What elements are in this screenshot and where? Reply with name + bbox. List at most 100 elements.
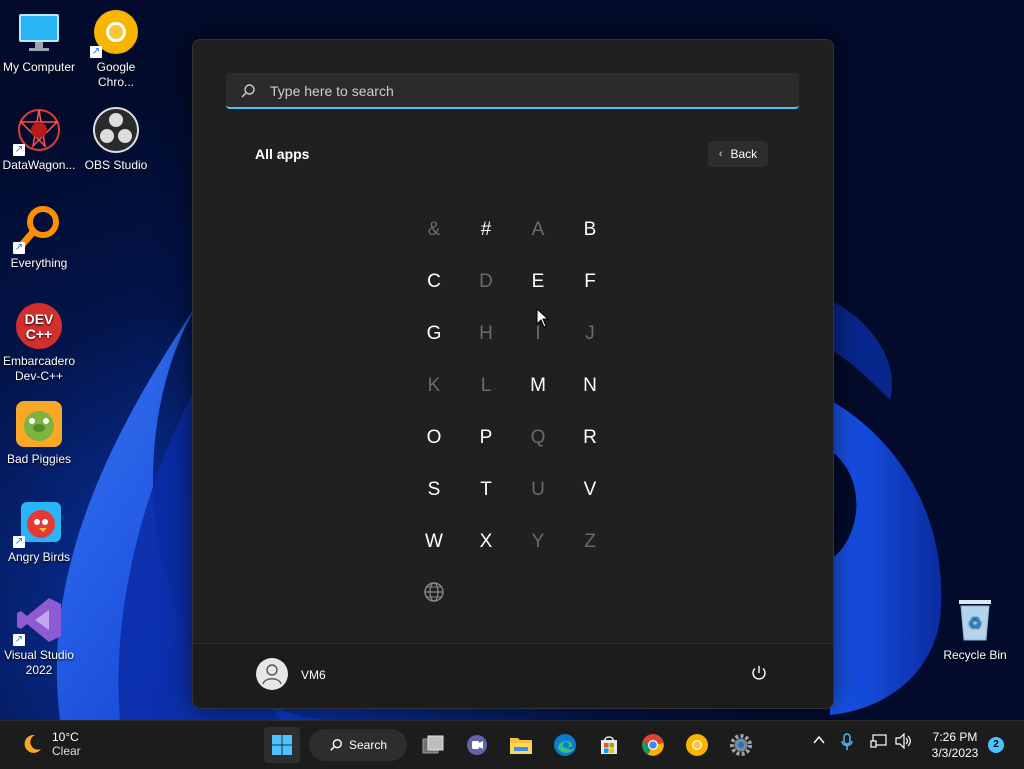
teams-chat-icon: [467, 735, 487, 755]
microsoft-store-button[interactable]: [591, 727, 627, 763]
svg-text:C++: C++: [26, 326, 52, 342]
desktop-icon-angry-birds[interactable]: ↗ Angry Birds: [0, 498, 78, 565]
jump-letter: H: [479, 323, 493, 344]
jump-letter[interactable]: F: [564, 256, 616, 308]
svg-text:♻: ♻: [968, 615, 982, 632]
jump-letter: L: [480, 375, 492, 396]
desktop-icon-bad-piggies[interactable]: Bad Piggies: [0, 400, 78, 467]
desktop-icon-obs-studio[interactable]: OBS Studio: [77, 106, 155, 173]
datawagon-icon: ↗: [13, 106, 63, 156]
store-icon: [601, 736, 617, 754]
jump-letter[interactable]: B: [564, 204, 616, 256]
file-explorer-button[interactable]: [503, 727, 539, 763]
desktop-icon-devcpp[interactable]: DEV C++ Embarcadero Dev-C++: [0, 302, 78, 384]
volume-button[interactable]: [894, 732, 912, 754]
network-button[interactable]: [870, 733, 888, 754]
jump-letter[interactable]: S: [408, 464, 460, 516]
shortcut-arrow-icon: ↗: [90, 46, 102, 58]
globe-icon[interactable]: [408, 566, 460, 618]
user-name[interactable]: VM6: [301, 668, 326, 682]
start-button[interactable]: [264, 727, 300, 763]
angry-birds-icon: ↗: [13, 498, 63, 548]
jump-letter[interactable]: W: [408, 516, 460, 568]
jump-letter[interactable]: G: [408, 308, 460, 360]
shortcut-arrow-icon: ↗: [13, 242, 25, 254]
chrome-icon: [642, 734, 664, 756]
microphone-icon: [841, 733, 853, 750]
start-menu: All apps ‹ Back &#ABCDEFGHIJKLMNOPQRSTUV…: [192, 39, 834, 709]
start-search-box[interactable]: [226, 73, 799, 109]
task-view-icon: [422, 735, 444, 754]
teams-chat-button[interactable]: [459, 727, 495, 763]
chrome-canary-button[interactable]: [679, 727, 715, 763]
all-apps-title: All apps: [255, 146, 310, 162]
jump-letter: J: [585, 323, 595, 344]
chrome-canary-icon: [686, 734, 708, 756]
chrome-button[interactable]: [635, 727, 671, 763]
jump-letter[interactable]: X: [460, 516, 512, 568]
jump-letter: Q: [530, 427, 546, 448]
jump-letter[interactable]: C: [408, 256, 460, 308]
jump-letter[interactable]: M: [512, 360, 564, 412]
weather-widget[interactable]: 10°C Clear: [20, 730, 81, 758]
recycle-bin-icon: ♻: [951, 596, 999, 644]
start-icon: [272, 735, 292, 755]
edge-button[interactable]: [547, 727, 583, 763]
clock-time: 7:26 PM: [932, 730, 978, 744]
start-menu-footer: VM6: [193, 643, 833, 708]
jump-letter[interactable]: O: [408, 412, 460, 464]
desktop-icon-label: My Computer: [2, 60, 76, 74]
shortcut-arrow-icon: ↗: [13, 536, 25, 548]
jump-letter: U: [531, 479, 545, 500]
jump-letter[interactable]: N: [564, 360, 616, 412]
desktop-icon-label: OBS Studio: [84, 158, 148, 172]
speaker-icon: [895, 732, 911, 750]
search-icon: [241, 84, 255, 98]
jump-letter: K: [427, 375, 441, 396]
notification-badge[interactable]: 2: [988, 737, 1004, 753]
jump-letter[interactable]: V: [564, 464, 616, 516]
desktop-icon-recycle-bin[interactable]: ♻ Recycle Bin: [936, 596, 1014, 663]
jump-letter[interactable]: R: [564, 412, 616, 464]
microphone-button[interactable]: [840, 733, 854, 756]
desktop-icon-my-computer[interactable]: My Computer: [0, 8, 78, 75]
desktop-icon-everything[interactable]: ↗ Everything: [0, 204, 78, 271]
desktop-icon-label: Visual Studio 2022: [4, 648, 74, 677]
clock-date: 3/3/2023: [931, 746, 979, 760]
power-button[interactable]: [750, 664, 768, 687]
jump-letter: D: [479, 271, 493, 292]
back-button[interactable]: ‹ Back: [708, 141, 768, 167]
start-search-input[interactable]: [268, 73, 772, 109]
desktop-icon-label: Google Chro...: [96, 60, 136, 89]
desktop-icon-label: Embarcadero Dev-C++: [2, 354, 76, 383]
shortcut-arrow-icon: ↗: [13, 634, 25, 646]
moon-icon: [24, 734, 41, 753]
desktop-icon-google-chrome[interactable]: ↗ Google Chro...: [77, 8, 155, 90]
chrome-canary-icon: ↗: [90, 8, 140, 58]
weather-temp: 10°C: [52, 730, 79, 744]
task-view-button[interactable]: [415, 727, 451, 763]
jump-letter: Y: [531, 531, 545, 552]
jump-letter[interactable]: P: [460, 412, 512, 464]
user-avatar[interactable]: [256, 658, 288, 690]
edge-icon: [554, 734, 576, 756]
desktop-icon-visual-studio[interactable]: ↗ Visual Studio 2022: [0, 596, 78, 678]
settings-button[interactable]: [723, 727, 759, 763]
power-icon: [752, 666, 766, 680]
desktop-icon-datawagon[interactable]: ↗ DataWagon...: [0, 106, 78, 173]
desktop-icon-label: Everything: [10, 256, 68, 270]
desktop-icon-label: Angry Birds: [7, 550, 71, 564]
jump-letter[interactable]: #: [460, 204, 512, 256]
chevron-left-icon: ‹: [718, 148, 723, 160]
mouse-cursor-icon: [536, 308, 550, 328]
search-icon: [330, 739, 342, 751]
desktop-icon-label: Recycle Bin: [943, 648, 1007, 662]
jump-letter[interactable]: T: [460, 464, 512, 516]
jump-letter[interactable]: E: [512, 256, 564, 308]
desktop-icon-label: Bad Piggies: [6, 452, 72, 466]
desktop-icon-label: DataWagon...: [2, 158, 76, 172]
show-hidden-icons-button[interactable]: [812, 733, 826, 752]
shortcut-arrow-icon: ↗: [13, 144, 25, 156]
taskbar-search-button[interactable]: Search: [309, 729, 407, 761]
clock[interactable]: 7:26 PM 3/3/2023: [922, 729, 988, 761]
